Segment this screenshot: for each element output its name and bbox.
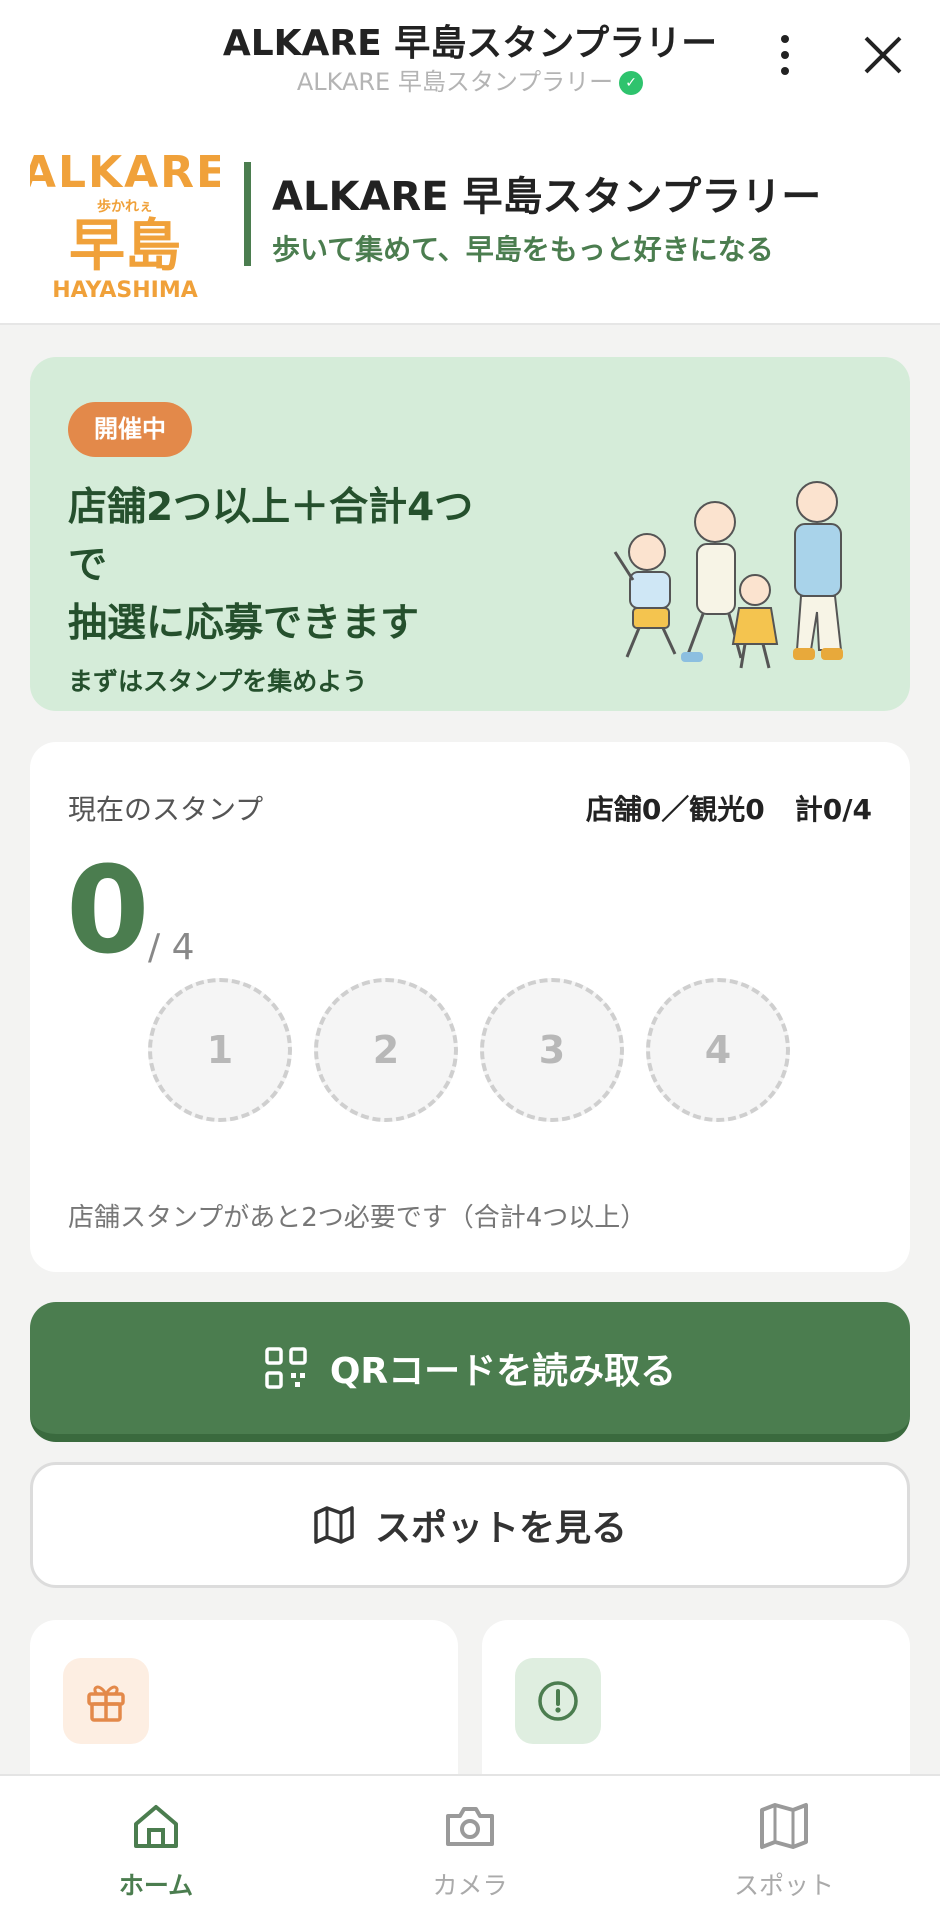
banner-headline-line3: 抽選に応募できます — [68, 601, 420, 646]
close-icon[interactable] — [858, 30, 908, 80]
stamp-breakdown: 店舗0／観光0 計0/4 — [556, 788, 872, 828]
home-icon — [134, 1805, 178, 1848]
stamp-slot: 2 — [314, 978, 458, 1122]
alkare-hayashima-logo: ALKARE 歩かれぇ 早島 HAYASHIMA — [30, 147, 220, 303]
svg-text:歩かれぇ: 歩かれぇ — [97, 198, 153, 215]
bottom-tab-bar: ホーム カメラ スポット — [0, 1774, 940, 1920]
map-icon — [760, 1803, 808, 1849]
view-spots-label: スポットを見る — [374, 1508, 627, 1549]
total-count: 計0/4 — [794, 793, 872, 826]
current-stamp-count: 0 — [66, 842, 150, 981]
stamp-denominator: / 4 — [148, 927, 195, 968]
stamp-label: 現在のスタンプ — [68, 793, 264, 826]
svg-text:ALKARE: ALKARE — [30, 147, 220, 198]
banner-headline-line2: で — [68, 543, 108, 588]
more-options-icon[interactable] — [770, 30, 800, 80]
tab-camera-label: カメラ — [432, 1871, 508, 1900]
scan-qr-button[interactable]: QRコードを読み取る — [30, 1302, 910, 1442]
stamp-progress-card: 現在のスタンプ 店舗0／観光0 計0/4 0 / 4 1 2 3 4 店舗スタンプ… — [30, 742, 910, 1272]
qr-code-icon — [265, 1347, 307, 1389]
camera-icon — [446, 1807, 494, 1846]
svg-text:早島: 早島 — [69, 214, 181, 279]
banner-subtext: まずはスタンプを集めよう — [68, 667, 368, 696]
tab-camera[interactable]: カメラ — [370, 1776, 570, 1920]
scan-qr-label: QRコードを読み取る — [329, 1351, 677, 1392]
family-illustration — [613, 481, 843, 669]
stamp-requirement-note: 店舗スタンプがあと2つ必要です（合計4つ以上） — [68, 1203, 647, 1233]
verified-icon: ✓ — [619, 71, 644, 95]
tab-spots[interactable]: スポット — [684, 1776, 884, 1920]
page-tagline: 歩いて集めて、早島をもっと好きになる — [272, 233, 774, 266]
stamp-slot: 1 — [148, 978, 292, 1122]
shop-sightseeing-count: 店舗0／観光0 — [585, 793, 765, 826]
stamp-slot: 4 — [646, 978, 790, 1122]
page-title: ALKARE 早島スタンプラリー — [272, 174, 822, 220]
gift-icon — [63, 1658, 149, 1744]
map-icon — [314, 1506, 354, 1544]
alert-circle-icon — [515, 1658, 601, 1744]
banner-headline-line1: 店舗2つ以上＋合計4つ — [68, 485, 474, 530]
svg-text:HAYASHIMA: HAYASHIMA — [52, 278, 198, 303]
tab-home-label: ホーム — [118, 1871, 194, 1900]
app-header: ALKARE 歩かれぇ 早島 HAYASHIMA ALKARE 早島スタンプラリ… — [0, 110, 940, 325]
app-top-bar: ALKARE 早島スタンプラリー ALKARE 早島スタンプラリー ✓ — [0, 0, 940, 110]
status-badge: 開催中 — [68, 402, 192, 457]
tab-spots-label: スポット — [733, 1871, 834, 1900]
account-name: ALKARE 早島スタンプラリー — [296, 68, 614, 96]
stamp-slot: 3 — [480, 978, 624, 1122]
view-spots-button[interactable]: スポットを見る — [30, 1462, 910, 1588]
header-divider — [244, 162, 251, 266]
tab-home[interactable]: ホーム — [56, 1776, 256, 1920]
campaign-banner: 開催中 店舗2つ以上＋合計4つ で 抽選に応募できます まずはスタンプを集めよう — [30, 357, 910, 711]
banner-headline: 店舗2つ以上＋合計4つ で 抽選に応募できます — [68, 479, 508, 653]
